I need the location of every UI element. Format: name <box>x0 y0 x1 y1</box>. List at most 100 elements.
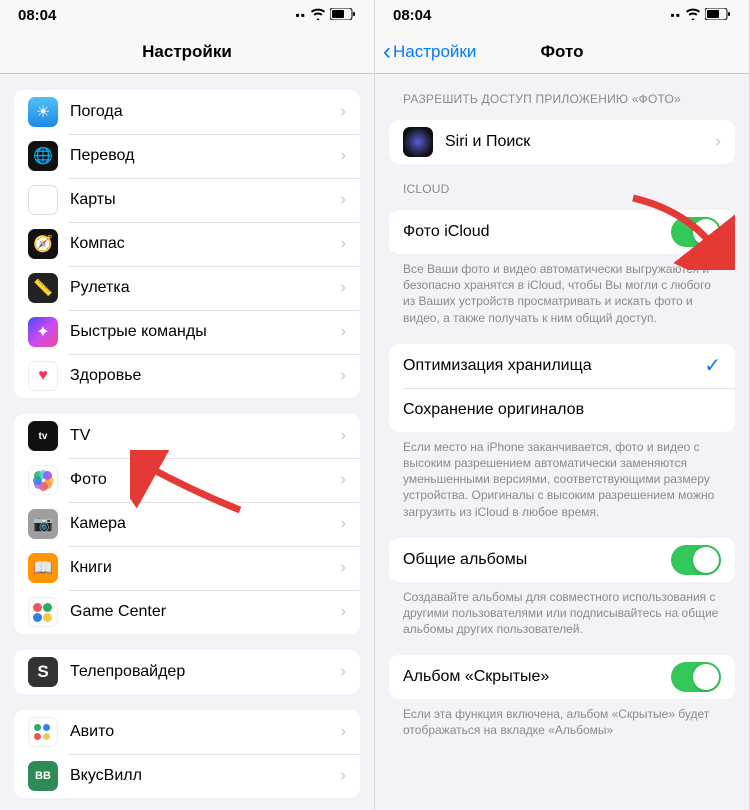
row-label: Книги <box>70 559 341 577</box>
app-icon: 📷 <box>28 509 58 539</box>
settings-row-компас[interactable]: 🧭 Компас› <box>14 222 360 266</box>
chevron-right-icon: › <box>341 103 346 121</box>
chevron-right-icon: › <box>716 133 721 151</box>
app-icon: 🗺 <box>28 185 58 215</box>
settings-row-здоровье[interactable]: ♥Здоровье› <box>14 354 360 398</box>
app-icon: tv <box>28 421 58 451</box>
chevron-right-icon: › <box>341 427 346 445</box>
status-time: 08:04 <box>393 7 431 24</box>
chevron-right-icon: › <box>341 559 346 577</box>
settings-row-книги[interactable]: 📖 Книги› <box>14 546 360 590</box>
wifi-icon <box>310 7 326 24</box>
battery-icon <box>705 7 731 24</box>
dual-sim-icon: ▪▪ <box>670 8 681 22</box>
app-icon: ☀ <box>28 97 58 127</box>
row-label: Авито <box>70 723 341 741</box>
row-label: Компас <box>70 235 341 253</box>
settings-row-быстрые-команды[interactable]: ✦ Быстрые команды› <box>14 310 360 354</box>
checkmark-icon: ✓ <box>704 353 721 378</box>
status-indicators: ▪▪ <box>670 7 731 24</box>
row-label: Быстрые команды <box>70 323 341 341</box>
settings-row-tv[interactable]: tv TV› <box>14 414 360 458</box>
settings-row-фото[interactable]: Фото› <box>14 458 360 502</box>
back-button[interactable]: ‹ Настройки <box>383 30 476 74</box>
section-footer-hidden: Если эта функция включена, альбом «Скрыт… <box>375 699 749 740</box>
app-icon: ВВ <box>28 761 58 791</box>
row-label: TV <box>70 427 341 445</box>
section-footer-storage: Если место на iPhone заканчивается, фото… <box>375 432 749 522</box>
settings-row-game-center[interactable]: Game Center› <box>14 590 360 634</box>
siri-icon <box>403 127 433 157</box>
row-label: Погода <box>70 103 341 121</box>
dual-sim-icon: ▪▪ <box>295 8 306 22</box>
chevron-right-icon: › <box>341 367 346 385</box>
settings-row-рулетка[interactable]: 📏Рулетка› <box>14 266 360 310</box>
row-label: Сохранение оригиналов <box>403 401 721 419</box>
app-icon: ✦ <box>28 317 58 347</box>
status-time: 08:04 <box>18 7 56 24</box>
settings-screen: 08:04 ▪▪ Настройки ☀Погода›🌐Перевод›🗺Кар… <box>0 0 375 810</box>
section-header-access: РАЗРЕШИТЬ ДОСТУП ПРИЛОЖЕНИЮ «ФОТО» <box>375 74 749 112</box>
row-label: Общие альбомы <box>403 551 671 569</box>
nav-bar: ‹ Настройки Фото <box>375 30 749 74</box>
chevron-right-icon: › <box>341 471 346 489</box>
row-label: Оптимизация хранилища <box>403 357 704 375</box>
row-label: Карты <box>70 191 341 209</box>
settings-row-карты[interactable]: 🗺 Карты› <box>14 178 360 222</box>
row-label: Рулетка <box>70 279 341 297</box>
section-footer-icloud: Все Ваши фото и видео автоматически выгр… <box>375 254 749 328</box>
page-title: Настройки <box>142 42 232 62</box>
settings-row-камера[interactable]: 📷 Камера› <box>14 502 360 546</box>
chevron-right-icon: › <box>341 723 346 741</box>
nav-bar: Настройки <box>0 30 374 74</box>
app-icon: 📖 <box>28 553 58 583</box>
chevron-right-icon: › <box>341 767 346 785</box>
row-label: Альбом «Скрытые» <box>403 668 671 686</box>
settings-row-вкусвилл[interactable]: ВВ ВкусВилл› <box>14 754 360 798</box>
app-icon: 🌐 <box>28 141 58 171</box>
app-icon: S <box>28 657 58 687</box>
chevron-left-icon: ‹ <box>383 38 391 66</box>
row-icloud-photos[interactable]: Фото iCloud <box>389 210 735 254</box>
row-label: ВкусВилл <box>70 767 341 785</box>
row-keep-originals[interactable]: Сохранение оригиналов <box>389 388 735 432</box>
app-icon <box>28 465 58 495</box>
row-label: Фото <box>70 471 341 489</box>
toggle-shared-albums[interactable] <box>671 545 721 575</box>
settings-row-телепровайдер[interactable]: S Телепровайдер› <box>14 650 360 694</box>
toggle-hidden-album[interactable] <box>671 662 721 692</box>
row-label: Телепровайдер <box>70 663 341 681</box>
settings-row-перевод[interactable]: 🌐 Перевод› <box>14 134 360 178</box>
section-header-icloud: ICLOUD <box>375 164 749 202</box>
row-label: Камера <box>70 515 341 533</box>
toggle-icloud-photos[interactable] <box>671 217 721 247</box>
row-label: Фото iCloud <box>403 223 671 241</box>
battery-icon <box>330 7 356 24</box>
settings-row-авито[interactable]: Авито› <box>14 710 360 754</box>
chevron-right-icon: › <box>341 515 346 533</box>
chevron-right-icon: › <box>341 191 346 209</box>
app-icon <box>28 597 58 627</box>
row-label: Siri и Поиск <box>445 133 716 151</box>
settings-row-погода[interactable]: ☀ Погода› <box>14 90 360 134</box>
app-icon: 🧭 <box>28 229 58 259</box>
status-bar: 08:04 ▪▪ <box>0 0 374 30</box>
photos-settings-screen: 08:04 ▪▪ ‹ Настройки Фото РАЗРЕШИТЬ ДОСТ… <box>375 0 750 810</box>
back-label: Настройки <box>393 42 476 62</box>
row-label: Перевод <box>70 147 341 165</box>
row-label: Здоровье <box>70 367 341 385</box>
wifi-icon <box>685 7 701 24</box>
chevron-right-icon: › <box>341 147 346 165</box>
row-optimize-storage[interactable]: Оптимизация хранилища ✓ <box>389 344 735 388</box>
chevron-right-icon: › <box>341 235 346 253</box>
row-shared-albums[interactable]: Общие альбомы <box>389 538 735 582</box>
status-bar: 08:04 ▪▪ <box>375 0 749 30</box>
row-hidden-album[interactable]: Альбом «Скрытые» <box>389 655 735 699</box>
chevron-right-icon: › <box>341 603 346 621</box>
app-icon: 📏 <box>28 273 58 303</box>
row-siri-search[interactable]: Siri и Поиск › <box>389 120 735 164</box>
page-title: Фото <box>541 42 584 62</box>
chevron-right-icon: › <box>341 663 346 681</box>
chevron-right-icon: › <box>341 323 346 341</box>
status-indicators: ▪▪ <box>295 7 356 24</box>
